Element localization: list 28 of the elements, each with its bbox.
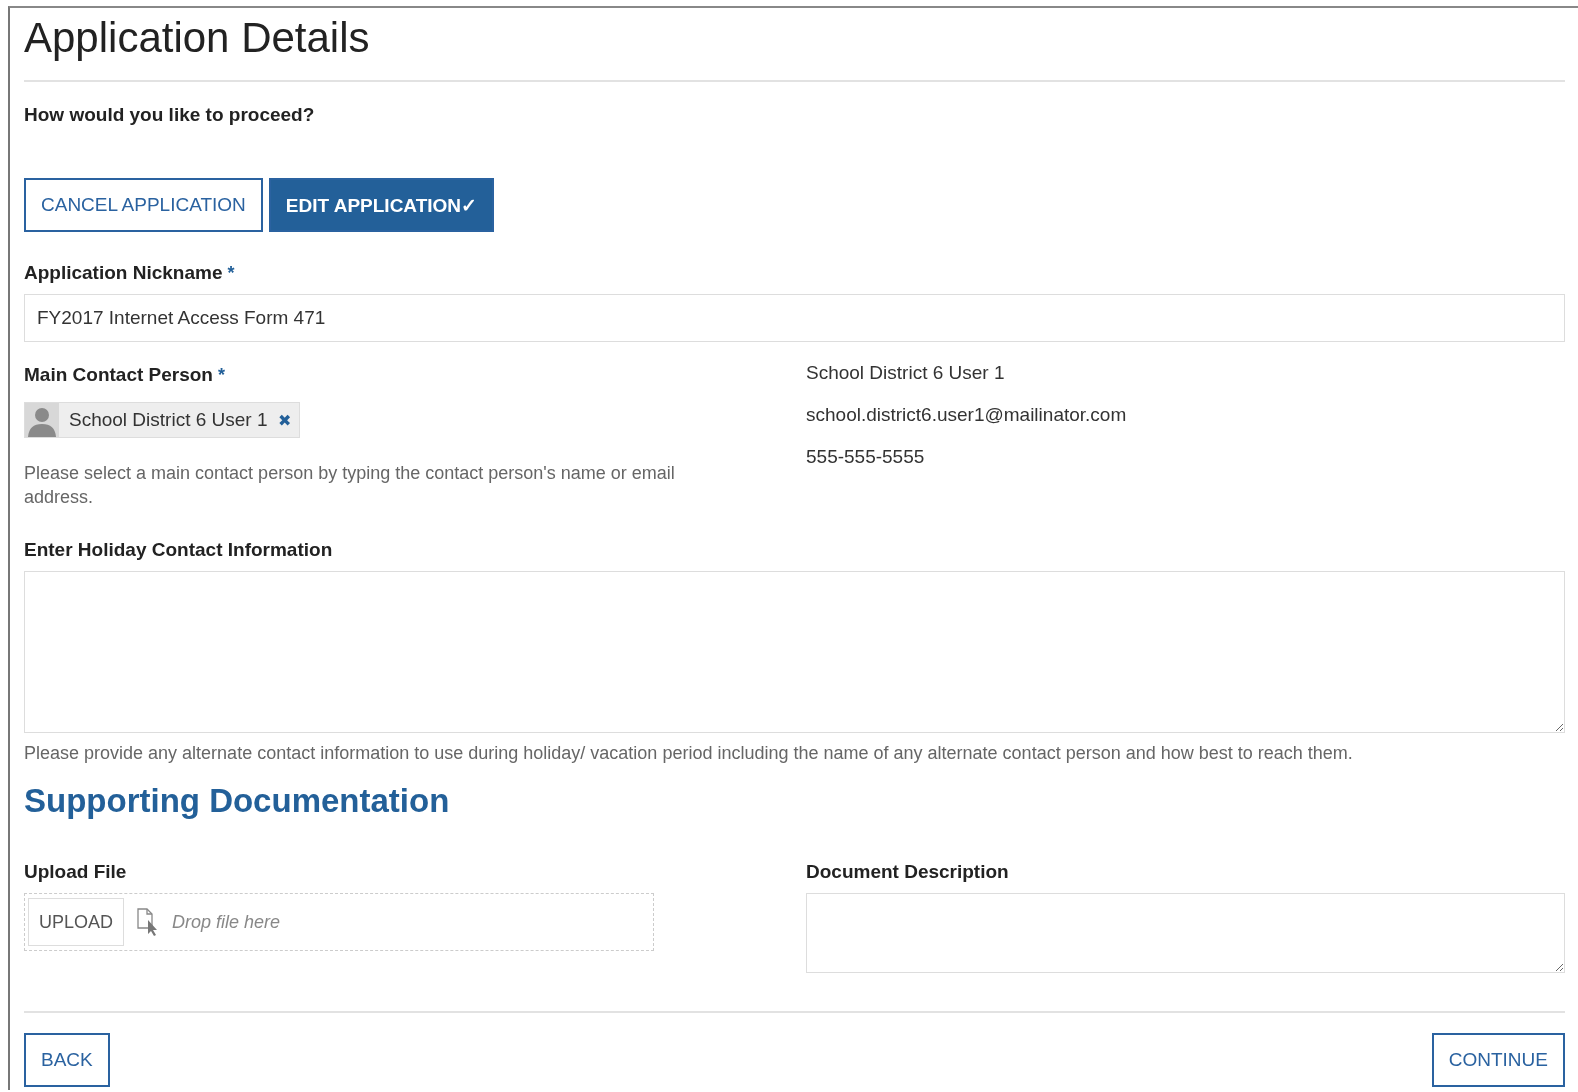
remove-icon[interactable]: ✖	[277, 410, 291, 430]
help-text: Please select a main contact person by typing the contact person's name or email address.	[24, 462, 676, 509]
person-icon	[25, 403, 59, 437]
section-heading: Supporting Documentation	[24, 781, 451, 821]
contact-detail: school.district6.user1@mailinator.com	[806, 404, 1128, 427]
holiday-contact-field[interactable]	[24, 571, 1565, 733]
field-label: Main Contact Person	[24, 364, 213, 386]
choice-button[interactable]: EDIT APPLICATION✓	[268, 178, 495, 232]
field-label: Upload File	[24, 861, 127, 883]
nickname-field[interactable]: FY2017 Internet Access Form 471	[24, 294, 1565, 342]
contact-detail: 555-555-5555	[806, 446, 926, 469]
page-title: Application Details	[24, 13, 371, 63]
question-text: How would you like to proceed?	[24, 104, 316, 126]
drop-placeholder: Drop file here	[172, 911, 281, 933]
field-label: Enter Holiday Contact Information	[24, 539, 333, 561]
help-text: Please provide any alternate contact information to use during holiday/ vacation period including the name of any alternate contact person and how best to reach them.	[24, 742, 1354, 765]
contact-chip[interactable]: School District 6 User 1 ✖	[24, 402, 300, 438]
drop-zone[interactable]: UPLOAD Drop file here	[24, 893, 654, 951]
required-asterisk: *	[218, 365, 225, 386]
description-field[interactable]	[806, 893, 1565, 973]
field-label: Document Description	[806, 861, 1009, 883]
required-asterisk: *	[227, 263, 235, 284]
back-button[interactable]: BACK	[24, 1033, 110, 1087]
contact-detail: School District 6 User 1	[806, 362, 1006, 385]
field-label: Application Nickname	[24, 262, 223, 284]
upload-button[interactable]: UPLOAD	[28, 898, 125, 946]
choice-button[interactable]: CANCEL APPLICATION	[24, 178, 263, 232]
continue-button[interactable]: CONTINUE	[1431, 1033, 1565, 1087]
